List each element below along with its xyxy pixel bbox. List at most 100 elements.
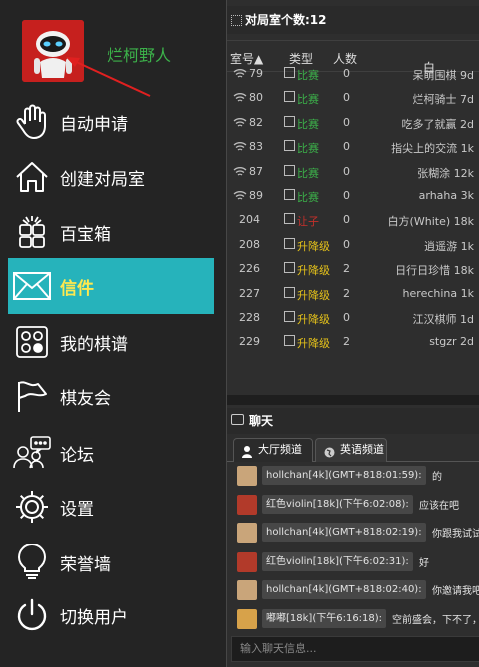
table-row[interactable]: 83 比赛 0 指尖上的交流 1k — [227, 135, 479, 159]
player-count: 0 — [343, 91, 350, 105]
room-type: 让子 — [297, 215, 319, 229]
room-id: 226 — [239, 262, 260, 276]
nav-club[interactable]: 棋友会 — [8, 371, 214, 421]
message-sender[interactable]: hollchan[4k](GMT+818:02:19): — [262, 523, 426, 542]
type-checkbox[interactable] — [284, 91, 295, 103]
message-sender[interactable]: 红色violin[18k](下午6:02:08): — [262, 494, 413, 514]
white-player: stgzr 2d — [429, 335, 474, 349]
table-row[interactable]: 204 让子 0 白方(White) 18k — [227, 208, 479, 232]
white-player: 白方(White) 18k — [387, 215, 474, 229]
message-avatar[interactable] — [237, 466, 257, 486]
table-row[interactable]: 229 升降级 2 stgzr 2d — [227, 330, 479, 354]
tab-english[interactable]: 英语频道 — [315, 438, 387, 462]
sidebar: 烂柯野人 自动申请 创建对局室 百宝箱 信件 我的棋谱 棋友会 论坛 设置 荣誉… — [0, 0, 226, 667]
table-row[interactable]: 87 比赛 0 张糊涂 12k — [227, 160, 479, 184]
nav-create-room[interactable]: 创建对局室 — [8, 152, 214, 202]
type-checkbox[interactable] — [284, 310, 295, 322]
chat-input[interactable]: 输入聊天信息... — [231, 636, 479, 662]
chat-panel-header: 聊天 — [227, 408, 479, 434]
flag-icon — [10, 376, 54, 416]
rooms-count-title: 对局室个数:12 — [245, 13, 327, 27]
room-type: 升降级 — [297, 264, 330, 278]
live-icon — [233, 142, 247, 151]
tab-label: 大厅频道 — [258, 443, 302, 456]
table-row[interactable]: 228 升降级 0 江汉棋师 1d — [227, 306, 479, 330]
chat-message: hollchan[4k](GMT+818:02:19): 你跟我试试ok — [227, 520, 479, 549]
player-count: 0 — [343, 164, 350, 178]
message-text: 你邀请我吧 — [432, 586, 479, 597]
message-sender[interactable]: 红色violin[18k](下午6:02:31): — [262, 551, 413, 571]
table-row[interactable]: 80 比赛 0 烂柯骑士 7d — [227, 86, 479, 110]
message-avatar[interactable] — [237, 494, 257, 515]
room-id: 87 — [249, 164, 263, 178]
nav-label: 棋友会 — [60, 388, 111, 409]
chat-message: hollchan[4k](GMT+818:01:59): 的 — [227, 463, 479, 492]
message-avatar[interactable] — [237, 551, 257, 572]
message-sender[interactable]: hollchan[4k](GMT+818:02:40): — [262, 580, 426, 599]
white-player: arhaha 3k — [418, 188, 474, 202]
message-text: 你跟我试试ok — [432, 529, 479, 540]
nav-my-records[interactable]: 我的棋谱 — [8, 317, 214, 367]
chat-message: 红色violin[18k](下午6:02:31): 好 — [227, 549, 479, 578]
gear-icon — [10, 487, 54, 527]
type-checkbox[interactable] — [284, 164, 295, 176]
type-checkbox[interactable] — [284, 286, 295, 298]
nav-label: 创建对局室 — [60, 169, 145, 190]
chat-message: hollchan[4k](GMT+818:02:40): 你邀请我吧 — [227, 577, 479, 606]
nav-label: 百宝箱 — [60, 224, 111, 245]
chat-messages: hollchan[4k](GMT+818:01:59): 的红色violin[18… — [227, 463, 479, 634]
message-avatar[interactable] — [237, 580, 257, 600]
table-row[interactable]: 79 比赛 0 呆萌围棋 9d — [227, 62, 479, 86]
type-checkbox[interactable] — [284, 262, 295, 274]
white-player: 呆萌围棋 9d — [412, 69, 474, 82]
type-checkbox[interactable] — [284, 140, 295, 152]
type-checkbox[interactable] — [284, 115, 295, 127]
table-row[interactable]: 89 比赛 0 arhaha 3k — [227, 184, 479, 208]
message-sender[interactable]: 嘟嘟[18k](下午6:16:18): — [262, 608, 387, 628]
live-icon — [233, 69, 247, 78]
hand-icon — [10, 102, 54, 142]
nav-honor-wall[interactable]: 荣誉墙 — [8, 537, 214, 587]
type-checkbox[interactable] — [284, 188, 295, 200]
message-avatar[interactable] — [237, 608, 257, 629]
grid-icon — [231, 15, 242, 26]
nav-forum[interactable]: 论坛 — [8, 428, 214, 478]
board-icon — [10, 322, 54, 362]
type-checkbox[interactable] — [284, 213, 295, 225]
player-count: 0 — [343, 115, 350, 129]
table-row[interactable]: 227 升降级 2 herechina 1k — [227, 282, 479, 306]
nav-label: 设置 — [60, 499, 94, 520]
nav-settings[interactable]: 设置 — [8, 482, 214, 532]
room-id: 227 — [239, 286, 260, 300]
nav-treasure-box[interactable]: 百宝箱 — [8, 207, 214, 257]
white-player: 吃多了就赢 2d — [401, 117, 474, 131]
room-type: 比赛 — [297, 93, 319, 107]
room-id: 79 — [249, 67, 263, 80]
chat-message: 红色violin[18k](下午6:02:08): 应该在吧 — [227, 492, 479, 521]
table-row[interactable]: 82 比赛 0 吃多了就赢 2d — [227, 111, 479, 135]
treasure-box-icon — [10, 212, 54, 252]
table-row[interactable]: 226 升降级 2 日行日珍惜 18k — [227, 257, 479, 281]
nav-mail[interactable]: 信件 — [8, 258, 214, 314]
message-sender[interactable]: hollchan[4k](GMT+818:01:59): — [262, 466, 426, 485]
tab-lobby[interactable]: 大厅频道 — [233, 438, 313, 462]
live-icon — [233, 117, 247, 127]
globe-icon — [324, 444, 335, 458]
room-type: 比赛 — [297, 142, 319, 156]
nav-auto-apply[interactable]: 自动申请 — [8, 97, 214, 147]
player-count: 0 — [343, 213, 350, 227]
type-checkbox[interactable] — [284, 67, 295, 78]
type-checkbox[interactable] — [284, 335, 295, 347]
type-checkbox[interactable] — [284, 237, 295, 249]
white-player: herechina 1k — [402, 286, 474, 300]
white-player: 指尖上的交流 1k — [391, 142, 474, 156]
message-avatar[interactable] — [237, 523, 257, 543]
right-panel: 对局室个数:12 室号▲ 类型 人数 白 79 比赛 0 呆萌围棋 9d 80 比赛 0 烂柯… — [226, 0, 479, 667]
room-type: 升降级 — [297, 312, 330, 326]
table-row[interactable]: 208 升降级 0 逍遥游 1k — [227, 233, 479, 257]
player-count: 0 — [343, 310, 350, 324]
white-player: 张糊涂 12k — [417, 166, 474, 180]
horizontal-scrollbar[interactable] — [227, 395, 479, 405]
nav-switch-user[interactable]: 切换用户 — [8, 590, 214, 640]
room-id: 204 — [239, 213, 260, 227]
